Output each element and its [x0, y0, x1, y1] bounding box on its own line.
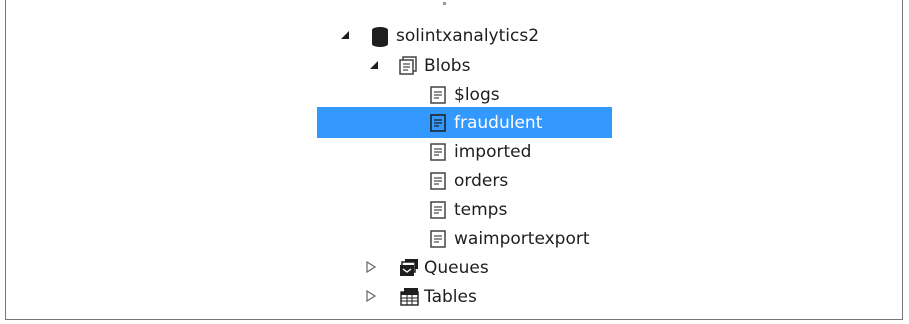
tables-expander-icon[interactable] [365, 290, 377, 302]
tree-view-panel: solintxanalytics2 Blobs $logs fraudulent… [5, 0, 903, 320]
collapsed-triangle-icon [366, 261, 376, 273]
queue-icon [398, 258, 418, 278]
account-label: solintxanalytics2 [396, 26, 540, 46]
container-label: orders [454, 171, 509, 191]
blob-folder-icon [398, 56, 418, 76]
tree-node-blobs[interactable]: Blobs [398, 52, 470, 80]
tree-node-container-selected[interactable]: fraudulent [428, 109, 542, 137]
tree-node-container[interactable]: orders [428, 167, 508, 195]
blobs-label: Blobs [424, 56, 471, 76]
database-icon [370, 26, 390, 47]
tree-node-container[interactable]: waimportexport [428, 225, 590, 253]
container-icon [428, 229, 448, 249]
scroll-artifact [443, 2, 446, 5]
queues-label: Queues [424, 258, 489, 278]
tree-node-container[interactable]: $logs [428, 81, 500, 109]
container-icon [428, 113, 448, 133]
container-icon [428, 171, 448, 191]
expanded-triangle-icon [370, 61, 378, 69]
blobs-expander-icon[interactable] [368, 59, 380, 71]
container-icon [428, 142, 448, 162]
container-label: imported [454, 142, 532, 162]
container-label: temps [454, 200, 508, 220]
tree-node-container[interactable]: imported [428, 138, 531, 166]
queues-expander-icon[interactable] [365, 261, 377, 273]
container-icon [428, 85, 448, 105]
container-label: waimportexport [454, 229, 590, 249]
account-expander-icon[interactable] [339, 29, 351, 41]
tables-label: Tables [424, 287, 477, 307]
tree-node-queues[interactable]: Queues [398, 254, 489, 282]
expanded-triangle-icon [341, 31, 349, 39]
collapsed-triangle-icon [366, 290, 376, 302]
tree-node-container[interactable]: temps [428, 196, 507, 224]
container-label: fraudulent [454, 113, 543, 133]
table-icon [398, 287, 419, 307]
tree-node-tables[interactable]: Tables [398, 283, 477, 311]
storage-explorer-window: solintxanalytics2 Blobs $logs fraudulent… [0, 0, 909, 324]
container-label: $logs [454, 85, 500, 105]
tree-node-account[interactable]: solintxanalytics2 [370, 22, 539, 50]
container-icon [428, 200, 448, 220]
